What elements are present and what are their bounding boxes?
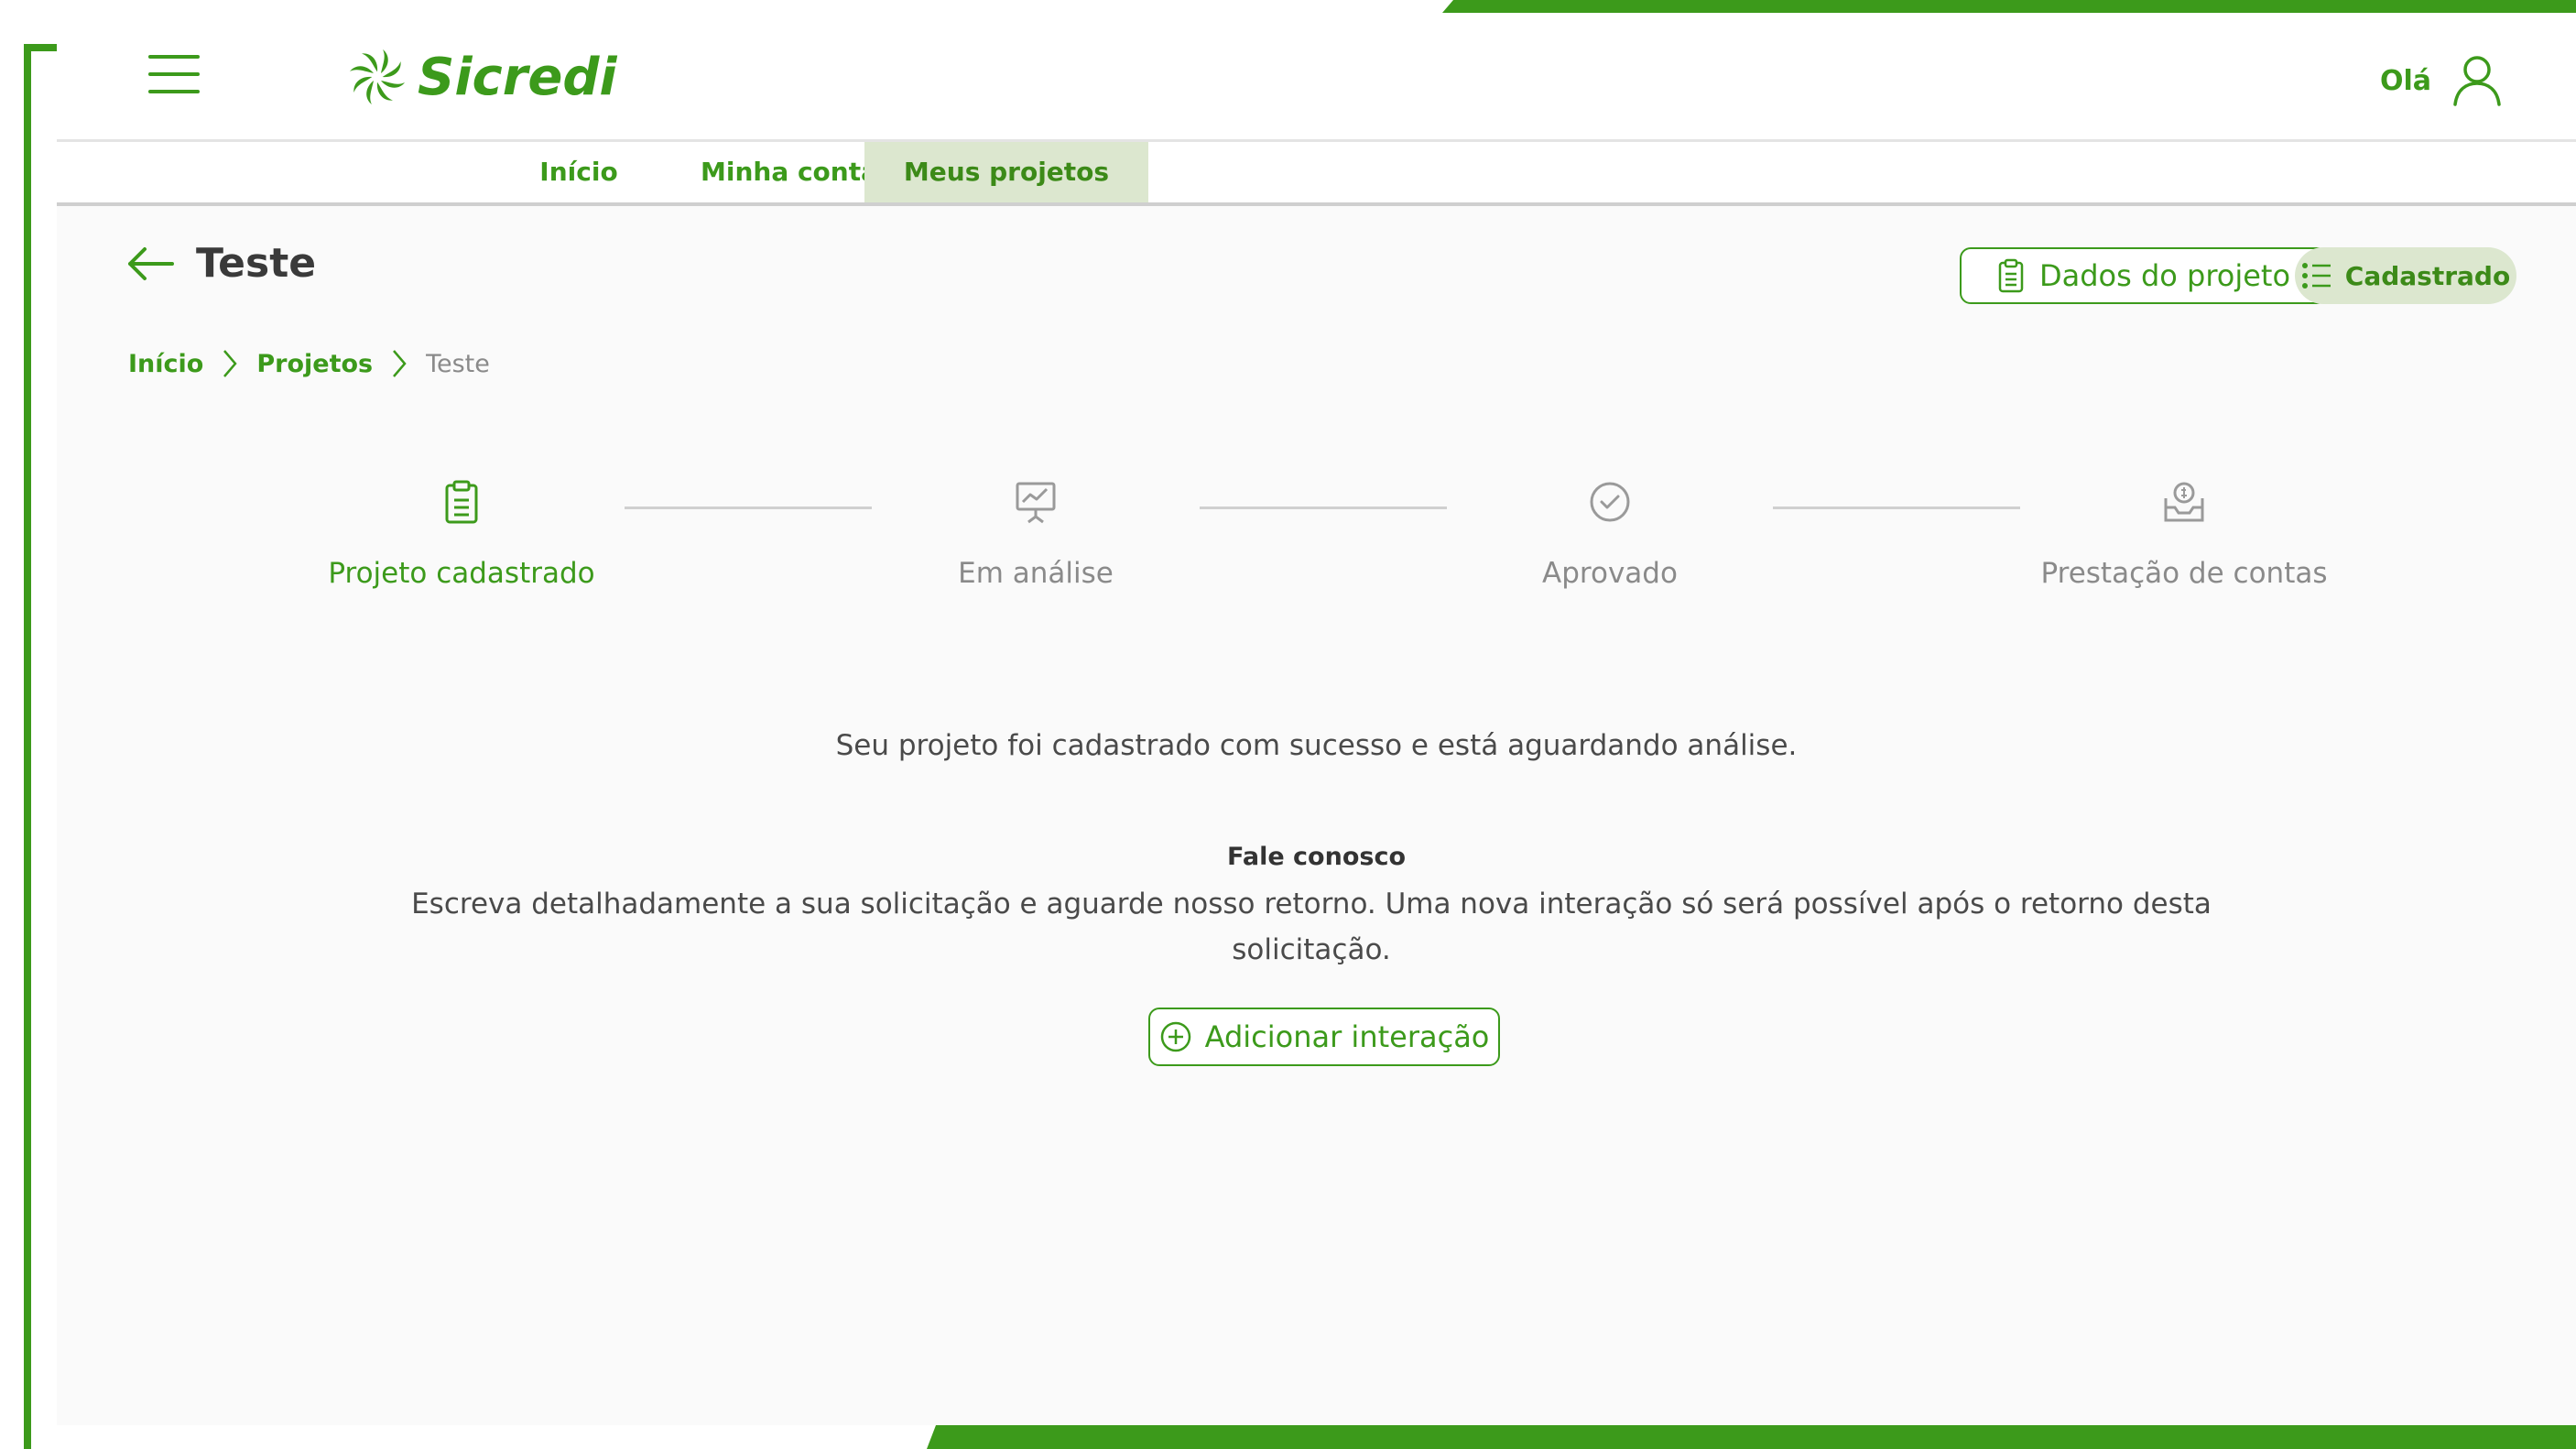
clipboard-icon <box>445 480 478 524</box>
step-em-analise: Em análise <box>853 480 1219 590</box>
step-connector <box>1773 507 2020 509</box>
status-badge-label: Cadastrado <box>2344 260 2511 291</box>
status-badge: Cadastrado <box>2295 247 2516 304</box>
check-circle-icon <box>1590 482 1630 522</box>
page-title: Teste <box>196 240 317 287</box>
chevron-right-icon <box>391 348 408 379</box>
user-icon[interactable] <box>2451 53 2503 108</box>
list-icon <box>2301 263 2331 289</box>
money-tray-icon <box>2164 482 2204 522</box>
frame-left-border <box>24 44 31 1449</box>
top-header: Sicredi Olá <box>57 13 2576 142</box>
add-interaction-button[interactable]: Adicionar interação <box>1148 1008 1500 1066</box>
sicredi-logo[interactable]: Sicredi <box>348 42 617 112</box>
frame-corner <box>24 44 57 51</box>
app-window: Sicredi Olá Início Minha conta Meus proj… <box>57 13 2576 1425</box>
hamburger-menu-icon[interactable] <box>148 55 200 97</box>
contact-description: Escreva detalhadamente a sua solicitação… <box>411 888 2212 966</box>
plus-circle-icon <box>1160 1021 1190 1052</box>
back-arrow-icon[interactable] <box>125 245 176 282</box>
breadcrumb-projetos[interactable]: Projetos <box>256 350 373 378</box>
chevron-right-icon <box>222 348 238 379</box>
project-data-label: Dados do projeto <box>2038 258 2291 293</box>
page-header: Teste <box>125 240 316 287</box>
breadcrumb-inicio[interactable]: Início <box>128 350 203 378</box>
main-tabs: Início Minha conta Meus projetos <box>57 142 2576 206</box>
decorative-bottom-bar <box>927 1425 2576 1449</box>
step-label: Aprovado <box>1542 557 1678 590</box>
user-area[interactable]: Olá <box>2380 53 2503 108</box>
step-prestacao-de-contas: Prestação de contas <box>2001 480 2367 590</box>
step-aprovado: Aprovado <box>1427 480 1793 590</box>
step-projeto-cadastrado: Projeto cadastrado <box>278 480 645 590</box>
status-message: Seu projeto foi cadastrado com sucesso e… <box>835 729 1798 762</box>
breadcrumb-current: Teste <box>426 349 490 378</box>
clipboard-icon <box>1998 258 2024 293</box>
decorative-top-bar <box>1442 0 2576 13</box>
sicredi-logo-mark-icon <box>350 49 405 104</box>
step-connector <box>625 507 872 509</box>
step-label: Em análise <box>958 557 1114 590</box>
user-greeting: Olá <box>2379 64 2431 97</box>
project-data-button[interactable]: Dados do projeto <box>1960 247 2328 304</box>
logo-wordmark: Sicredi <box>418 47 617 107</box>
step-label: Prestação de contas <box>2040 557 2328 590</box>
presentation-chart-icon <box>1016 482 1056 524</box>
contact-heading: Fale conosco <box>1227 843 1406 871</box>
add-interaction-label: Adicionar interação <box>1204 1019 1490 1054</box>
step-label: Projeto cadastrado <box>328 557 595 590</box>
step-connector <box>1200 507 1447 509</box>
tab-meus-projetos[interactable]: Meus projetos <box>864 142 1148 202</box>
breadcrumb: Início Projetos Teste <box>128 348 490 379</box>
